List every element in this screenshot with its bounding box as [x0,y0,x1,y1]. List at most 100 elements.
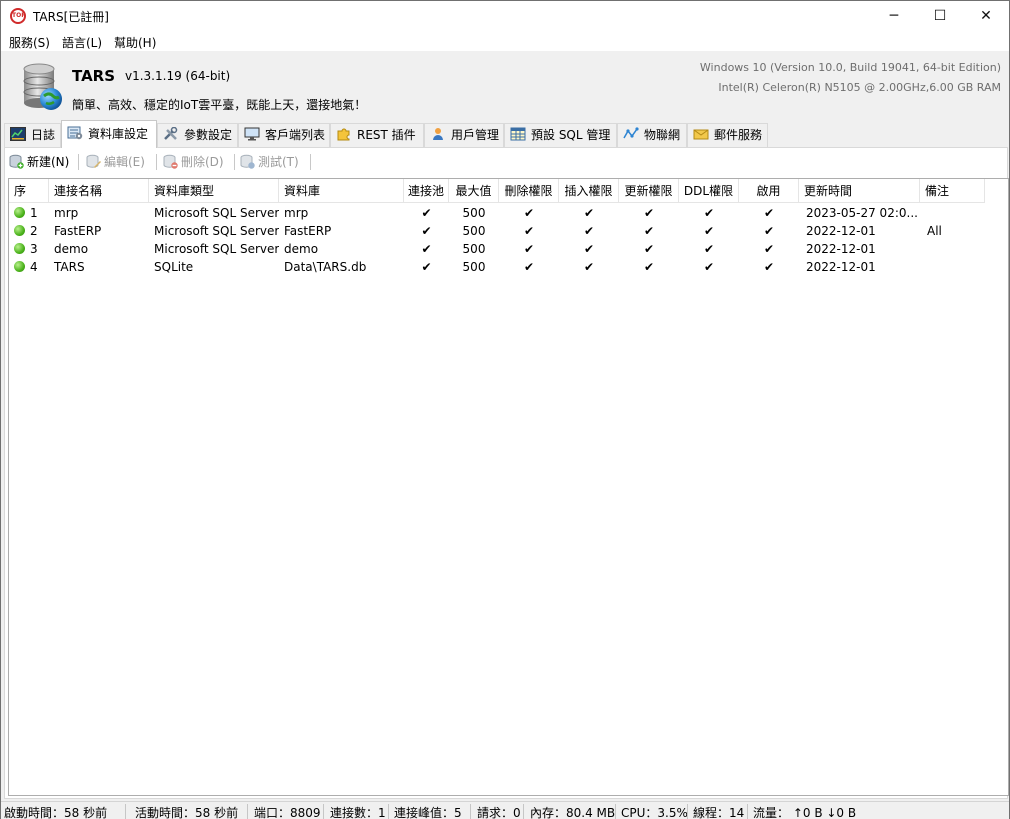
tab-label: 預設 SQL 管理 [531,128,611,142]
status-separator [523,804,524,819]
connection-table: 序 連接名稱 資料庫類型 資料庫 連接池 最大值 刪除權限 插入權限 更新權限 … [8,178,1009,796]
cell-seq: 3 [9,240,49,258]
title-bar: TOP TARS[已註冊] ─ ☐ ✕ [1,1,1009,31]
cell-update-perm: ✔ [643,224,655,238]
cell-pool: ✔ [421,224,432,238]
tab-iot[interactable]: 物聯網 [617,123,687,147]
cell-seq: 2 [9,222,49,240]
database-test-icon [240,154,255,169]
cell-db-type: Microsoft SQL Server [154,224,279,238]
cell-ddl-perm: ✔ [703,224,715,238]
tab-database-settings[interactable]: 資料庫設定 [61,120,157,148]
col-max[interactable]: 最大值 [449,179,499,203]
col-delete-perm[interactable]: 刪除權限 [499,179,559,203]
test-button[interactable]: 測試(T) [240,153,299,171]
cell-enabled: ✔ [763,224,775,238]
status-start-time: 啟動時間：58 秒前 [4,806,108,819]
status-ok-icon [14,243,25,254]
col-update-perm[interactable]: 更新權限 [619,179,679,203]
cell-name: FastERP [54,224,102,238]
cell-enabled: ✔ [763,242,775,256]
menu-help[interactable]: 幫助(H) [114,34,156,51]
tab-label: 日誌 [31,128,56,142]
cell-note [922,240,985,258]
iot-icon [623,127,639,139]
os-info: Windows 10 (Version 10.0, Build 19041, 6… [699,61,1001,74]
cell-insert-perm: ✔ [583,260,595,274]
close-button[interactable]: ✕ [963,1,1009,31]
col-enabled[interactable]: 啟用 [739,179,799,203]
cell-updated: 2022-12-01 [806,242,876,256]
new-button-label: 新建(N) [27,155,70,169]
tab-parameter-settings[interactable]: 參數設定 [157,123,238,147]
tab-client-list[interactable]: 客戶端列表 [238,123,330,147]
table-row[interactable]: 3 demo Microsoft SQL Server demo ✔ 500 ✔… [9,240,985,258]
table-row[interactable]: 2 FastERP Microsoft SQL Server FastERP ✔… [9,222,985,240]
cell-db-type: SQLite [154,260,194,274]
table-row[interactable]: 1 mrp Microsoft SQL Server mrp ✔ 500 ✔ ✔… [9,204,985,222]
log-icon [10,127,26,141]
database-add-icon [9,154,24,169]
col-insert-perm[interactable]: 插入權限 [559,179,619,203]
cell-note [922,204,985,222]
cell-updated: 2022-12-01 [806,260,876,274]
tab-default-sql[interactable]: 預設 SQL 管理 [504,123,617,147]
status-traffic: 流量： ↑0 B ↓0 B [753,806,857,819]
app-logo-icon: TOP [10,8,26,24]
cell-enabled: ✔ [763,206,775,220]
mail-icon [693,129,709,140]
edit-button[interactable]: 編輯(E) [86,153,145,171]
toolbar: 新建(N) 編輯(E) 刪除(D) 測試(T) [5,148,1007,176]
table-header: 序 連接名稱 資料庫類型 資料庫 連接池 最大值 刪除權限 插入權限 更新權限 … [9,179,985,203]
col-pool[interactable]: 連接池 [404,179,449,203]
col-database[interactable]: 資料庫 [279,179,404,203]
status-active-time: 活動時間：58 秒前 [135,806,239,819]
main-window: TOP TARS[已註冊] ─ ☐ ✕ 服務(S) 語言(L) 幫助(H) TA… [0,0,1010,819]
tab-mail-service[interactable]: 郵件服務 [687,123,768,147]
new-button[interactable]: 新建(N) [9,153,69,171]
menu-language[interactable]: 語言(L) [62,34,102,51]
col-updated[interactable]: 更新時間 [799,179,920,203]
status-bar: 啟動時間：58 秒前 活動時間：58 秒前 端口：8809 連接數：1 連接峰值… [1,801,1009,819]
cell-insert-perm: ✔ [583,206,595,220]
menu-service[interactable]: 服務(S) [9,34,50,51]
status-separator [388,804,389,819]
app-header: TARS v1.3.1.19 (64-bit) 簡單、高效、穩定的IoT雲平臺，… [1,51,1009,119]
col-db-type[interactable]: 資料庫類型 [149,179,279,203]
cell-name: TARS [54,260,85,274]
status-peak: 連接峰值：5 [394,806,462,819]
col-seq[interactable]: 序 [9,179,49,203]
col-name[interactable]: 連接名稱 [49,179,149,203]
app-name: TARS [72,67,116,85]
toolbar-separator [78,154,79,170]
tab-label: 客戶端列表 [265,128,326,142]
col-ddl-perm[interactable]: DDL權限 [679,179,739,203]
cell-name: mrp [54,206,79,220]
delete-button-label: 刪除(D) [181,155,224,169]
tab-rest-plugins[interactable]: REST 插件 [330,123,424,147]
tab-bar: 日誌 資料庫設定 參數設定 客戶端列表 REST 插件 用戶管理 預設 SQL … [4,120,1008,148]
status-separator [615,804,616,819]
cell-pool: ✔ [421,260,432,274]
tab-log[interactable]: 日誌 [4,123,61,147]
database-settings-panel: 新建(N) 編輯(E) 刪除(D) 測試(T) 序 連接名稱 資料庫類型 資料庫 [4,147,1009,799]
database-settings-icon [67,126,83,140]
cell-database: demo [284,242,319,256]
user-icon [433,128,443,140]
status-connections: 連接數：1 [330,806,386,819]
col-note[interactable]: 備注 [920,179,985,203]
maximize-button[interactable]: ☐ [917,1,963,31]
cell-delete-perm: ✔ [523,224,535,238]
cell-name: demo [54,242,89,256]
cell-db-type: Microsoft SQL Server [154,206,279,220]
table-row[interactable]: 4 TARS SQLite Data\TARS.db ✔ 500 ✔ ✔ ✔ ✔… [9,258,985,276]
tab-label: 參數設定 [184,128,233,142]
tab-label: 郵件服務 [714,128,763,142]
delete-button[interactable]: 刪除(D) [163,153,224,171]
cell-seq: 4 [9,258,49,276]
tab-user-management[interactable]: 用戶管理 [424,123,504,147]
database-globe-icon [23,63,62,110]
minimize-button[interactable]: ─ [871,1,917,31]
status-separator [470,804,471,819]
table-icon [510,127,526,141]
